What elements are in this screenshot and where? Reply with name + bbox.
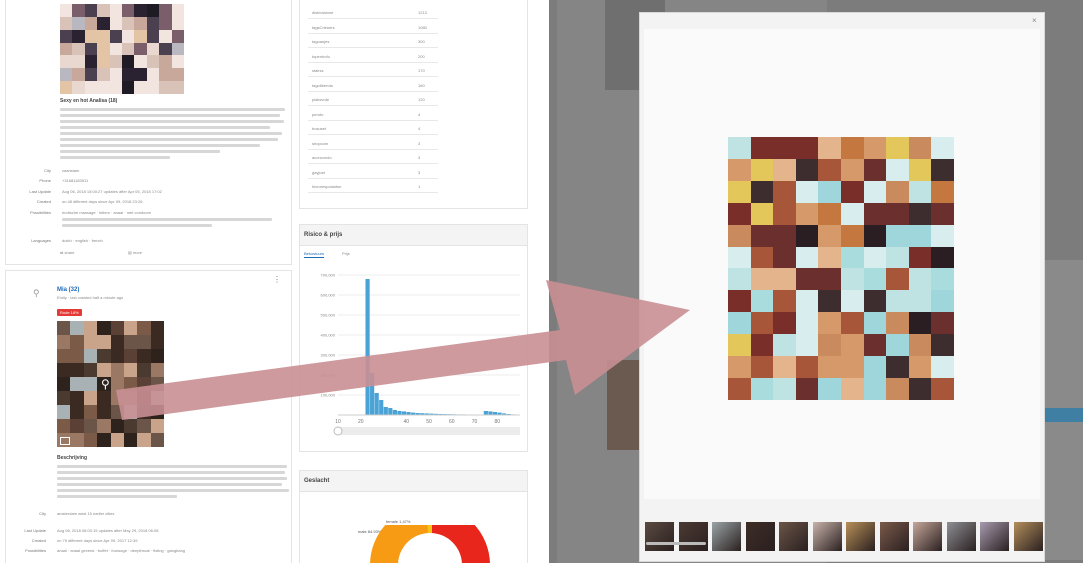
arrow-shape (116, 280, 690, 420)
arrow-annotation (116, 280, 690, 420)
